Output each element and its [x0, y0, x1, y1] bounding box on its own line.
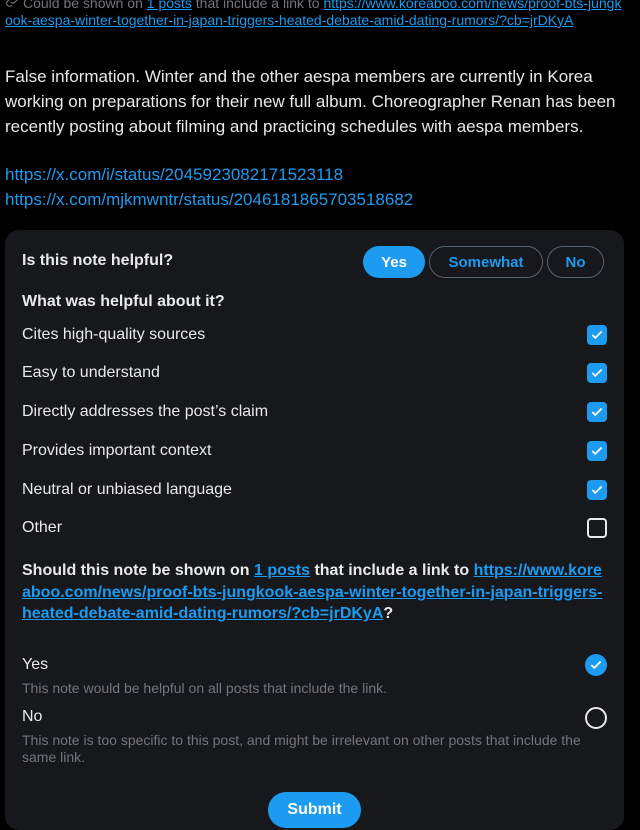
source-link-1[interactable]: https://x.com/i/status/20459230821715231… — [5, 162, 620, 187]
shown-question: Should this note be shown on 1 posts tha… — [22, 560, 607, 625]
note-text: False information. Winter and the other … — [5, 67, 616, 136]
checkbox-checked[interactable] — [587, 325, 607, 345]
checkbox-unchecked[interactable] — [587, 518, 607, 538]
check-icon — [591, 485, 603, 495]
source-link-2[interactable]: https://x.com/mjkmwntr/status/2046181865… — [5, 187, 620, 212]
check-icon — [590, 660, 602, 670]
reason-row[interactable]: Directly addresses the post’s claim — [22, 399, 607, 425]
shown-no-description: This note is too specific to this post, … — [22, 732, 581, 765]
shown-prefix: Should this note be shown on — [22, 562, 254, 579]
note-source-links: https://x.com/i/status/20459230821715231… — [5, 162, 620, 212]
reason-label: Easy to understand — [22, 364, 160, 381]
check-icon — [591, 446, 603, 456]
rating-yes-button[interactable]: Yes — [363, 246, 425, 278]
check-icon — [591, 407, 603, 417]
applicability-prefix: Could be shown on — [23, 0, 147, 11]
shown-yes-description: This note would be helpful on all posts … — [22, 680, 388, 696]
shown-posts-link[interactable]: 1 posts — [254, 562, 310, 579]
reason-row[interactable]: Provides important context — [22, 438, 607, 464]
rating-card: Is this note helpful? Yes Somewhat No Wh… — [5, 230, 624, 830]
shown-middle: that include a link to — [310, 562, 474, 579]
checkbox-checked[interactable] — [587, 441, 607, 461]
rating-options: Yes Somewhat No — [363, 246, 604, 278]
reason-row[interactable]: Cites high-quality sources — [22, 322, 607, 348]
reason-row[interactable]: Neutral or unbiased language — [22, 477, 607, 503]
posts-link[interactable]: 1 posts — [147, 0, 192, 11]
submit-button[interactable]: Submit — [268, 792, 361, 828]
rating-somewhat-button[interactable]: Somewhat — [429, 246, 543, 278]
shown-no-label[interactable]: No — [22, 708, 42, 726]
checkbox-checked[interactable] — [587, 363, 607, 383]
reason-row[interactable]: Other — [22, 515, 607, 541]
shown-yes-label[interactable]: Yes — [22, 656, 48, 674]
checkbox-checked[interactable] — [587, 480, 607, 500]
check-icon — [591, 330, 603, 340]
reason-label: Directly addresses the post’s claim — [22, 403, 269, 420]
reason-label: Neutral or unbiased language — [22, 481, 232, 498]
checkbox-checked[interactable] — [587, 402, 607, 422]
reason-label: Cites high-quality sources — [22, 326, 206, 343]
check-icon — [591, 368, 603, 378]
helpful-question: Is this note helpful? — [22, 252, 174, 269]
shown-suffix: ? — [383, 605, 394, 622]
shown-yes-radio[interactable] — [585, 654, 607, 676]
applicability-middle: that include a link to — [191, 0, 324, 11]
reason-label: Provides important context — [22, 442, 212, 459]
reason-row[interactable]: Easy to understand — [22, 360, 607, 386]
reason-label: Other — [22, 519, 63, 536]
link-icon — [5, 0, 23, 12]
rating-no-button[interactable]: No — [547, 246, 604, 278]
helpful-reasons-heading: What was helpful about it? — [22, 293, 225, 310]
note-applicability: Could be shown on 1 posts that include a… — [5, 0, 625, 29]
shown-no-radio[interactable] — [585, 707, 607, 729]
